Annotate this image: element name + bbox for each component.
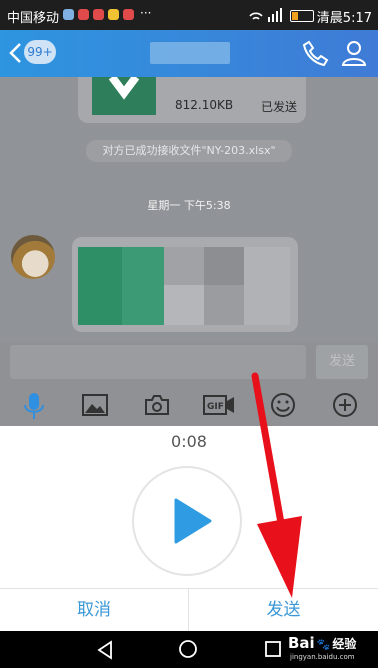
blurred-block xyxy=(164,285,204,325)
image-icon[interactable] xyxy=(82,394,108,416)
app-icon xyxy=(78,9,89,20)
emoji-icon[interactable] xyxy=(270,392,296,418)
file-message[interactable]: 812.10KB 已发送 xyxy=(78,74,306,123)
clock: 清晨5:17 xyxy=(316,11,372,26)
avatar[interactable] xyxy=(11,235,55,279)
svg-text:GIF: GIF xyxy=(207,402,224,412)
message-input[interactable] xyxy=(10,345,306,379)
send-voice-button[interactable]: 发送 xyxy=(189,589,378,631)
system-message: 对方已成功接收文件"NY-203.xlsx" xyxy=(86,140,292,162)
file-status: 已发送 xyxy=(261,100,298,114)
signal-icon xyxy=(249,8,282,22)
carrier-name: 中国移动 xyxy=(7,11,60,26)
blurred-block xyxy=(204,247,244,285)
app-icon xyxy=(123,9,134,20)
play-button[interactable] xyxy=(132,466,242,576)
camera-icon[interactable] xyxy=(144,393,170,417)
navigation-bar: Bai 🐾 经验 jingyan.baidu.com xyxy=(0,631,378,668)
blurred-block xyxy=(78,247,122,325)
blurred-block xyxy=(122,247,164,325)
unread-badge[interactable]: 99+ xyxy=(24,40,56,64)
recent-apps-icon[interactable] xyxy=(264,640,282,658)
watermark-url: jingyan.baidu.com xyxy=(290,653,355,661)
back-chevron-icon[interactable] xyxy=(8,42,22,64)
play-icon xyxy=(174,498,212,544)
send-button-disabled[interactable]: 发送 xyxy=(316,345,368,379)
more-notifications: ··· xyxy=(140,6,152,20)
contact-name-blurred xyxy=(150,42,230,64)
back-nav-icon[interactable] xyxy=(96,640,114,660)
battery-icon xyxy=(290,10,314,22)
phone-icon[interactable] xyxy=(302,39,330,67)
app-icon xyxy=(108,9,119,20)
home-nav-icon[interactable] xyxy=(178,639,198,659)
profile-icon[interactable] xyxy=(340,39,368,67)
status-bar: 中国移动 ··· 清晨5:17 xyxy=(0,0,378,30)
plus-icon[interactable] xyxy=(332,392,358,418)
watermark-logo: Bai 🐾 经验 xyxy=(288,634,357,652)
microphone-icon[interactable] xyxy=(22,392,46,420)
recording-duration: 0:08 xyxy=(171,432,207,451)
voice-panel: 0:08 取消 发送 xyxy=(0,426,378,631)
blurred-block xyxy=(244,247,290,325)
gif-icon[interactable]: GIF xyxy=(203,394,235,416)
file-preview-message[interactable] xyxy=(72,237,298,332)
chat-header: 99+ xyxy=(0,30,378,77)
app-icon xyxy=(93,9,104,20)
blurred-block xyxy=(204,285,244,325)
timestamp: 星期一 下午5:38 xyxy=(147,199,231,212)
excel-file-icon xyxy=(92,74,156,115)
file-size: 812.10KB xyxy=(175,98,234,112)
input-row: 发送 xyxy=(0,342,378,384)
blurred-block xyxy=(164,247,204,285)
cancel-button[interactable]: 取消 xyxy=(0,589,188,631)
toolbar: GIF xyxy=(0,384,378,426)
app-icon xyxy=(63,9,74,20)
